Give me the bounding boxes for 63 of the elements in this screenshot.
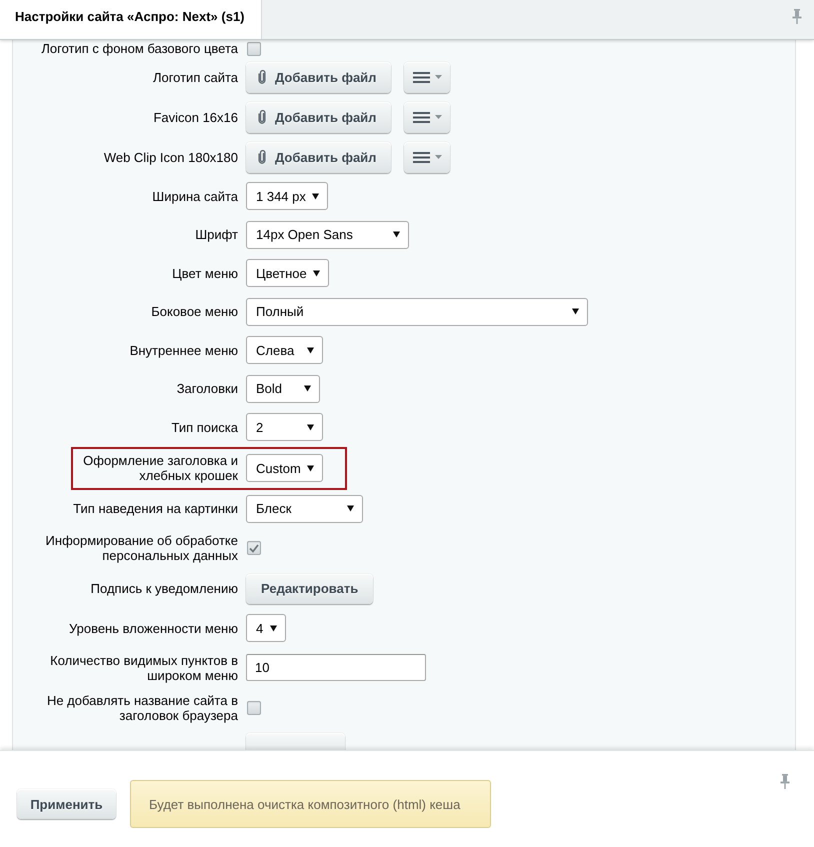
add-file-button[interactable]: Добавить файл — [246, 142, 391, 172]
dropdown[interactable]: Custom — [246, 454, 323, 482]
caret-icon — [312, 192, 319, 200]
add-file-button[interactable]: Добавить файл — [246, 62, 391, 92]
dropdown[interactable]: Полный — [246, 298, 588, 326]
caret-icon — [270, 624, 277, 632]
dropdown[interactable]: Цветное — [246, 259, 329, 288]
menu-button[interactable] — [404, 142, 450, 172]
setting-label: Логотип с фоном базового цвета — [41, 41, 238, 56]
window-title: Настройки сайта «Аспро: Next» (s1) — [0, 0, 262, 39]
setting-label: Тип наведения на картинки — [73, 501, 238, 516]
setting-label: Тип поиска — [171, 420, 238, 435]
caret-icon — [307, 464, 314, 472]
dropdown[interactable]: 2 — [246, 413, 323, 442]
caret-icon — [434, 75, 442, 79]
setting-label: Внутреннее меню — [130, 342, 238, 358]
caret-icon — [304, 385, 311, 392]
caret-icon — [434, 155, 442, 159]
paperclip-icon — [258, 70, 266, 84]
dropdown[interactable]: Bold — [246, 374, 320, 403]
apply-button[interactable]: Применить — [17, 789, 116, 819]
setting-label: Подпись к уведомлению — [90, 581, 238, 596]
dropdown[interactable]: Слева — [246, 336, 323, 364]
caret-icon — [347, 505, 354, 512]
setting-label: Заголовки — [176, 381, 238, 396]
setting-label: Ширина сайта — [152, 188, 238, 204]
setting-label: Цвет меню — [172, 266, 238, 281]
setting-label: Шрифт — [195, 227, 238, 242]
checkbox[interactable] — [247, 700, 261, 714]
paperclip-icon — [258, 150, 266, 164]
pin-icon[interactable] — [792, 9, 802, 24]
hamburger-icon — [412, 152, 430, 162]
menu-button[interactable] — [404, 62, 450, 92]
checkbox[interactable] — [247, 541, 261, 555]
checkbox[interactable] — [247, 42, 261, 56]
caret-icon — [307, 346, 314, 354]
dropdown[interactable]: 14px Open Sans — [246, 220, 409, 249]
dropdown[interactable]: 4 — [246, 614, 286, 642]
paperclip-icon — [258, 110, 266, 124]
pin-icon[interactable] — [780, 774, 790, 789]
add-file-button[interactable]: Добавить файл — [246, 102, 391, 132]
setting-label: Информирование об обработке персональных данных — [44, 533, 238, 563]
edit-button[interactable]: Редактировать — [246, 574, 374, 604]
hamburger-icon — [412, 72, 430, 82]
setting-label: Favicon 16x16 — [153, 110, 238, 124]
setting-label: Уровень вложенности меню — [68, 620, 238, 636]
caret-icon — [572, 308, 579, 316]
caret-icon — [393, 231, 400, 238]
caret-icon — [307, 424, 314, 431]
setting-label: Боковое меню — [151, 304, 238, 320]
dropdown[interactable]: Блеск — [246, 494, 363, 523]
input-field[interactable]: 10 — [246, 654, 426, 681]
dropdown[interactable]: 1 344 px — [246, 182, 328, 210]
setting-label: Оформление заголовка и хлебных крошек — [82, 453, 238, 483]
caret-icon — [313, 270, 320, 277]
notice-message: Будет выполнена очистка композитного (html) кеша — [130, 780, 491, 828]
setting-label: Количество видимых пунктов в широком меню — [49, 652, 238, 682]
caret-icon — [434, 115, 442, 119]
setting-label: Не добавлять название сайта в заголовок браузера — [46, 692, 238, 722]
hamburger-icon — [412, 112, 430, 122]
setting-label: Логотип сайта — [152, 70, 238, 84]
menu-button[interactable] — [404, 102, 450, 132]
setting-label: Web Clip Icon 180x180 — [104, 150, 238, 164]
